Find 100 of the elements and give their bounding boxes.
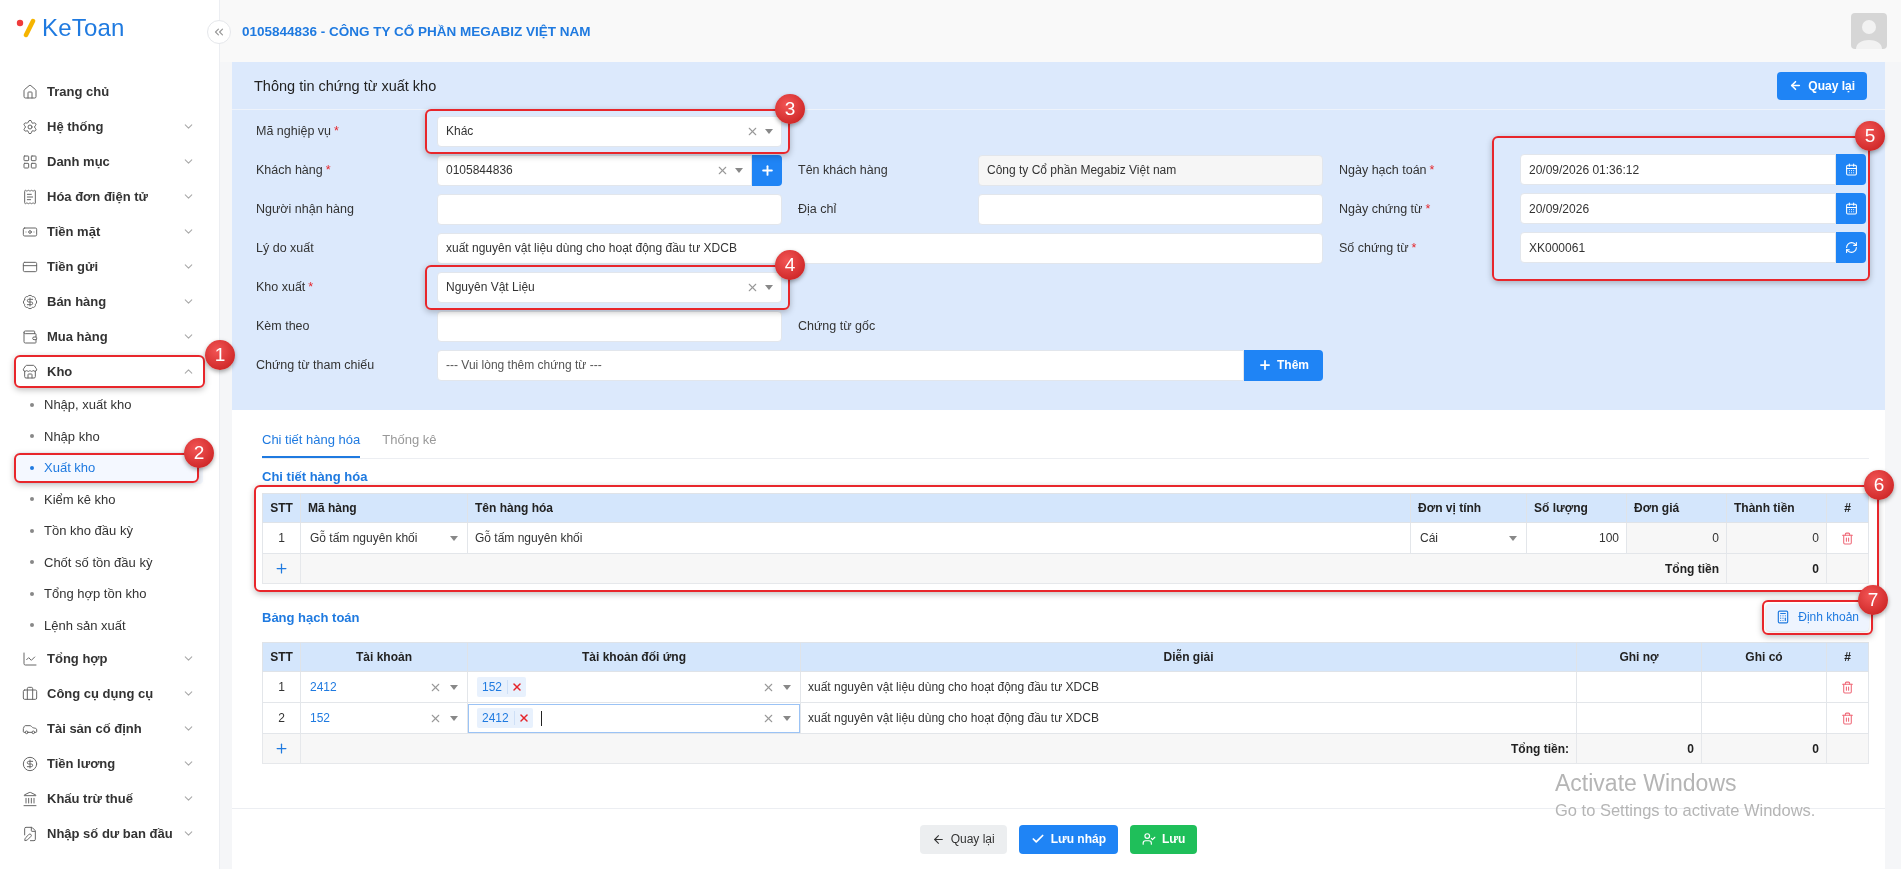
caret-icon (783, 684, 791, 690)
column-header: # (1826, 493, 1869, 523)
required-mark: * (334, 124, 339, 138)
table-cell: 0 (1626, 522, 1727, 554)
grid-icon (22, 153, 38, 170)
sidebar-subitem[interactable]: Lệnh sản xuất (16, 609, 203, 641)
caret-icon (765, 128, 773, 134)
column-header: Đơn vị tính (1410, 493, 1527, 523)
select-field[interactable]: Nguyên Vật Liệu (437, 271, 782, 303)
bullet-icon (30, 528, 34, 533)
sidebar-item[interactable]: Trang chủ (16, 74, 203, 109)
caret-icon (765, 284, 773, 290)
remove-icon[interactable] (517, 712, 530, 724)
field-label: Người nhận hàng (256, 202, 355, 216)
text-field[interactable] (437, 193, 782, 225)
sidebar-item[interactable]: Bán hàng (16, 284, 203, 319)
dollar-badge-icon (22, 293, 38, 310)
sidebar-item[interactable]: Khấu trừ thuế (16, 781, 203, 816)
calendar-icon (1844, 202, 1858, 215)
sidebar-item[interactable]: Mua hàng (16, 319, 203, 354)
sidebar-item[interactable]: Tiền gửi (16, 249, 203, 284)
sidebar-item[interactable]: Tiền lương (16, 746, 203, 781)
column-header: Ghi nợ (1576, 642, 1702, 672)
bullet-icon (30, 623, 34, 628)
plus-icon (759, 162, 775, 178)
draft-button[interactable]: Lưu nháp (1018, 824, 1118, 854)
sidebar-subitem[interactable]: Tồn kho đầu kỳ (16, 515, 203, 547)
sidebar-item[interactable]: Kho (16, 354, 203, 389)
bank-icon (22, 790, 38, 807)
sidebar-item[interactable]: Hệ thống (16, 109, 203, 144)
delete-button[interactable] (1841, 711, 1854, 725)
add-row-button[interactable] (274, 741, 289, 756)
delete-button[interactable] (1841, 531, 1854, 545)
table-cell: 100 (1526, 522, 1627, 554)
bullet-icon (30, 560, 34, 565)
delete-button[interactable] (1841, 680, 1854, 694)
field-label: Tên khách hàng (797, 163, 889, 177)
column-header: Tên hàng hóa (467, 493, 1411, 523)
product-select[interactable]: Gỗ tấm nguyên khối (301, 523, 467, 553)
sidebar-subitem[interactable]: Chốt số tồn đầu kỳ (16, 546, 203, 578)
reference-field[interactable]: --- Vui lòng thêm chứng từ --- (437, 349, 1244, 381)
text-field[interactable] (437, 310, 782, 342)
calendar-button[interactable] (1836, 193, 1866, 224)
trash-icon (1841, 531, 1854, 545)
sidebar-subitem[interactable]: Nhập, xuất kho (16, 389, 203, 421)
field-label: Ngày chứng từ * (1339, 201, 1431, 216)
total-label: Tổng tiền (1665, 561, 1719, 576)
contra-account-select[interactable]: 152 (468, 672, 800, 702)
sidebar-item[interactable]: Tổng hợp (16, 641, 203, 676)
back-button[interactable]: Quay lại (1777, 71, 1867, 100)
sidebar-item[interactable]: Nhập số dư ban đầu (16, 816, 203, 851)
caret-icon (735, 167, 743, 173)
refresh-button[interactable] (1836, 232, 1866, 263)
sidebar-item[interactable]: Tài sản cố định (16, 711, 203, 746)
select-field[interactable]: Khác (437, 115, 782, 147)
add-button[interactable] (752, 154, 782, 186)
column-header: # (1826, 642, 1869, 672)
total-value: 0 (1687, 741, 1694, 756)
remove-icon[interactable] (511, 681, 524, 693)
back-button[interactable]: Quay lại (919, 824, 1007, 854)
field-label: Lý do xuất (256, 241, 315, 255)
check-icon (1030, 832, 1045, 846)
account-select[interactable]: 152 (301, 703, 467, 733)
sidebar-item[interactable]: Danh mục (16, 144, 203, 179)
date-field[interactable]: 20/09/2026 (1520, 193, 1836, 224)
calendar-button[interactable] (1836, 154, 1866, 185)
plus-icon (274, 741, 289, 756)
sidebar-item[interactable]: Hóa đơn điện tử (16, 179, 203, 214)
column-header: Đơn giá (1626, 493, 1727, 523)
bullet-icon (30, 402, 34, 407)
callout-number: 6 (1864, 470, 1894, 500)
text-field[interactable]: Công ty Cổ phần Megabiz Việt nam (978, 154, 1323, 186)
date-field[interactable]: 20/09/2026 01:36:12 (1520, 154, 1836, 185)
caret-icon (450, 684, 458, 690)
select-field[interactable]: 0105844836 (437, 154, 752, 186)
column-header: Số lượng (1526, 493, 1627, 523)
tab[interactable]: Chi tiết hàng hóa (262, 420, 361, 458)
field-label: Mã nghiệp vụ * (256, 124, 340, 138)
text-field[interactable]: XK000061 (1520, 232, 1836, 263)
sidebar-subitem[interactable]: Tổng hợp tồn kho (16, 578, 203, 610)
plus-icon (274, 561, 289, 576)
unit-select[interactable]: Cái (1411, 523, 1526, 553)
sidebar-item[interactable]: Công cụ dụng cụ (16, 676, 203, 711)
account-tag: 152 (477, 677, 527, 697)
collapse-button[interactable] (207, 20, 231, 44)
bullet-icon (30, 434, 34, 439)
required-mark: * (308, 280, 314, 294)
account-select[interactable]: 2412 (301, 672, 467, 702)
briefcase-icon (22, 685, 38, 702)
arrow-left-icon (931, 832, 945, 846)
posting-button[interactable]: Định khoản (1766, 603, 1869, 631)
add-row-button[interactable] (274, 561, 289, 576)
table-cell: xuất nguyên vật liệu dùng cho hoạt động đầu tư XDCB (800, 702, 1577, 734)
text-field[interactable] (978, 193, 1323, 225)
sidebar-item[interactable]: Tiền mặt (16, 214, 203, 249)
wallet-icon (22, 328, 38, 345)
activation-text: Go to Settings to activate Windows. (1555, 801, 1816, 820)
add-button[interactable]: Thêm (1244, 349, 1323, 381)
sidebar-subitem[interactable]: Kiểm kê kho (16, 483, 203, 515)
contra-account-select[interactable]: 2412 (468, 703, 800, 733)
